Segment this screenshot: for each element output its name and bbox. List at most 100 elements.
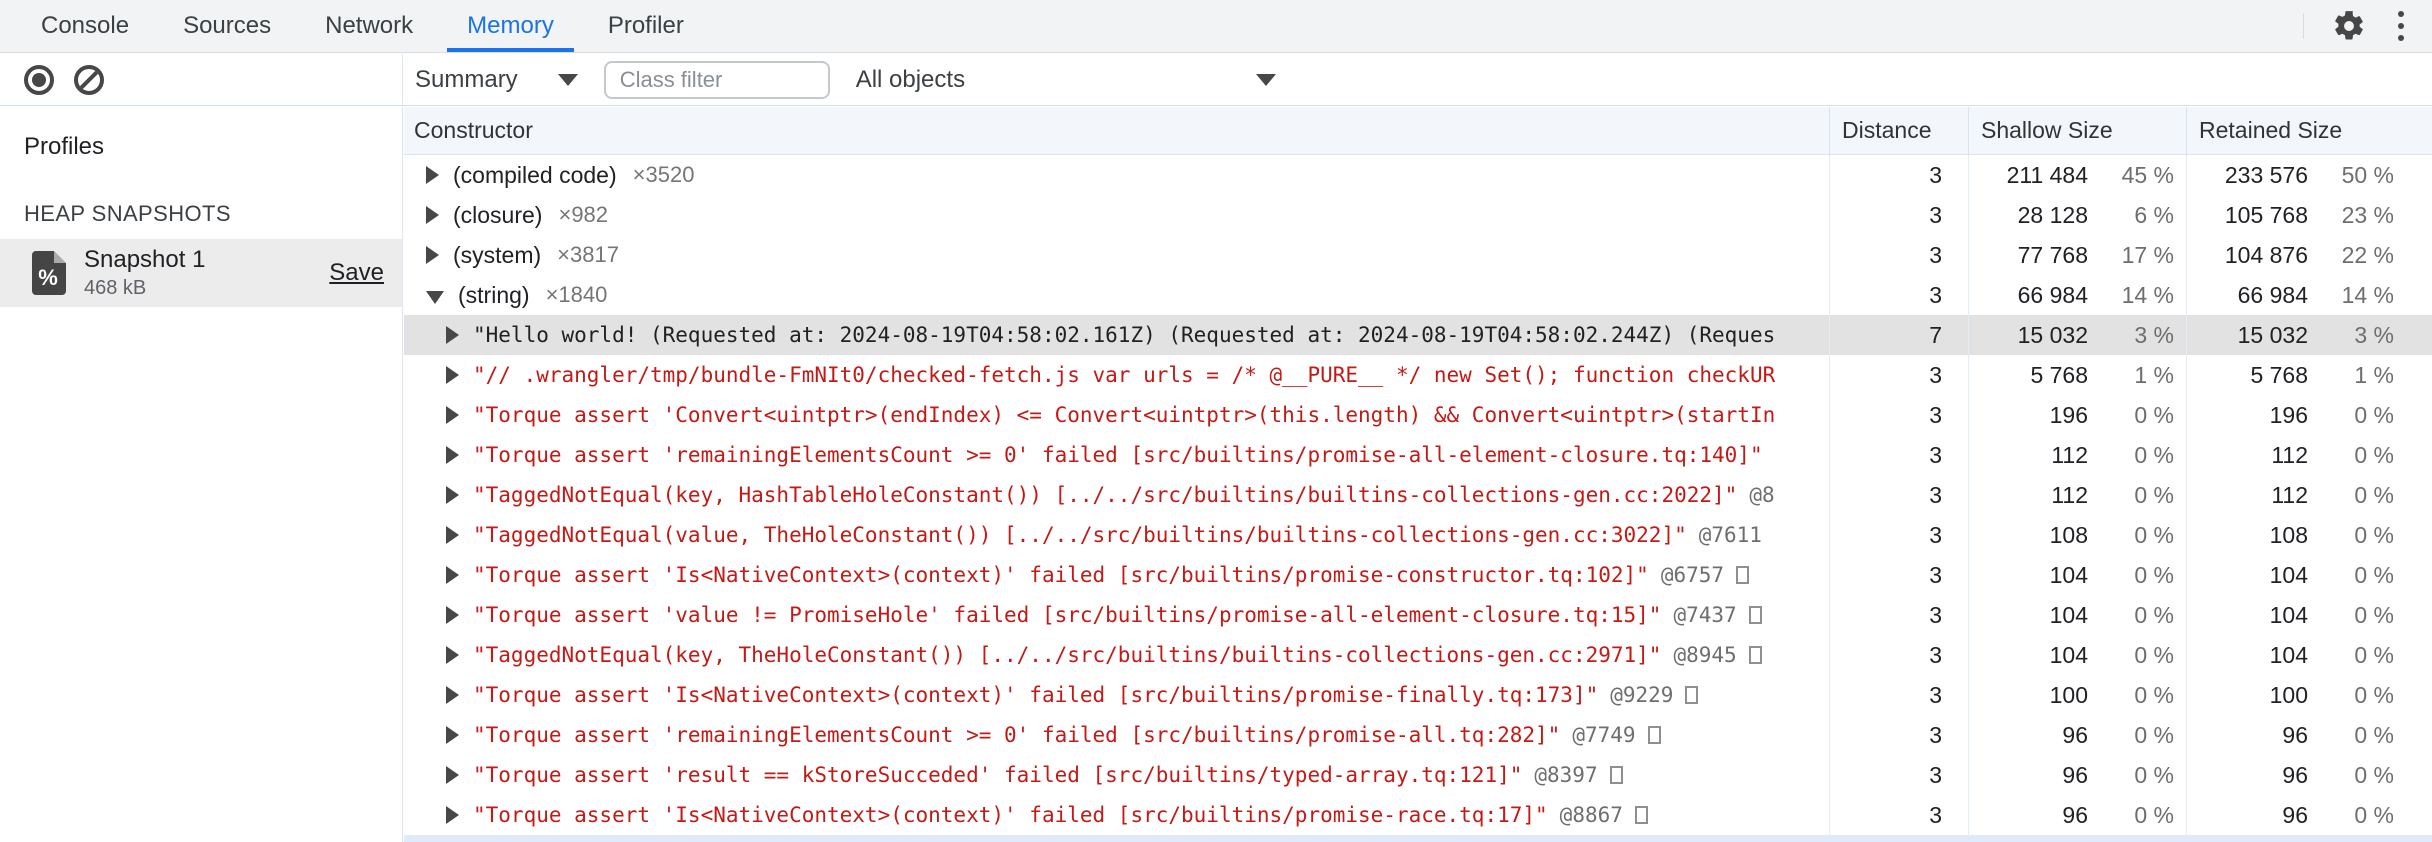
expand-icon[interactable]: [446, 606, 459, 624]
object-link-icon[interactable]: [1748, 646, 1762, 664]
column-header-retained-size[interactable]: Retained Size: [2186, 107, 2432, 154]
constructor-name: "Hello world! (Requested at: 2024-08-19T…: [473, 323, 1776, 347]
retained-size-cell: 5 768 1 %: [2186, 355, 2432, 395]
retained-size-percent: 22 %: [2341, 241, 2394, 268]
table-row[interactable]: (system) ×3817 3 77 768 17 % 104 876 22 …: [404, 235, 2432, 275]
shallow-size-cell: 28 128 6 %: [1968, 195, 2186, 235]
perspective-select[interactable]: Summary: [415, 66, 578, 94]
table-row[interactable]: "TaggedNotEqual(key, HashTableHoleConsta…: [404, 475, 2432, 515]
constructor-name: "TaggedNotEqual(key, TheHoleConstant()) …: [473, 643, 1662, 667]
shallow-size-value: 96: [2062, 801, 2088, 828]
sidebar-item-snapshot-1[interactable]: % Snapshot 1 468 kB Save: [0, 239, 402, 307]
expand-icon[interactable]: [426, 246, 439, 264]
table-row[interactable]: (string) ×1840 3 66 984 14 % 66 984 14 %: [404, 275, 2432, 315]
class-filter-input[interactable]: [603, 60, 830, 99]
save-link[interactable]: Save: [329, 259, 384, 287]
retained-size-cell: 66 984 14 %: [2186, 275, 2432, 315]
constructor-cell: "Torque assert 'Is<NativeContext>(contex…: [404, 675, 1829, 715]
constructor-cell: "Torque assert 'Convert<uintptr>(endInde…: [404, 395, 1829, 435]
tab-console[interactable]: Console: [14, 0, 156, 52]
expand-icon[interactable]: [446, 486, 459, 504]
shallow-size-percent: 6 %: [2134, 201, 2174, 228]
object-link-icon[interactable]: [1609, 766, 1623, 784]
retained-size-cell: 196 0 %: [2186, 395, 2432, 435]
expand-icon[interactable]: [446, 566, 459, 584]
more-options-icon[interactable]: [2394, 7, 2408, 45]
expand-icon[interactable]: [446, 766, 459, 784]
table-row[interactable]: "Torque assert 'Is<NativeContext>(contex…: [404, 555, 2432, 595]
object-id: @8867: [1559, 803, 1623, 827]
objects-select[interactable]: All objects: [856, 66, 1276, 94]
distance-value: 3: [1929, 161, 1942, 188]
expand-icon[interactable]: [446, 366, 459, 384]
shallow-size-cell: 211 484 45 %: [1968, 155, 2186, 195]
snapshot-size: 468 kB: [84, 277, 147, 299]
column-header-shallow-size[interactable]: Shallow Size: [1968, 107, 2186, 154]
column-header-distance[interactable]: Distance: [1829, 107, 1968, 154]
expand-icon[interactable]: [426, 166, 439, 184]
table-row[interactable]: "Torque assert 'remainingElementsCount >…: [404, 715, 2432, 755]
object-link-icon[interactable]: [1685, 686, 1699, 704]
retained-size-value: 104: [2269, 641, 2308, 668]
constructor-name: "// .wrangler/tmp/bundle-FmNIt0/checked-…: [473, 363, 1776, 387]
clear-profiles-icon[interactable]: [74, 64, 104, 95]
shallow-size-cell: 96 0 %: [1968, 715, 2186, 755]
object-link-icon[interactable]: [1647, 726, 1661, 744]
table-row[interactable]: "TaggedNotEqual(value, TheHoleConstant()…: [404, 515, 2432, 555]
object-link-icon[interactable]: [1634, 806, 1648, 824]
table-row[interactable]: "Torque assert 'Is<NativeContext>(contex…: [404, 675, 2432, 715]
tab-memory[interactable]: Memory: [440, 0, 581, 52]
retained-size-value: 112: [2271, 441, 2308, 468]
shallow-size-cell: 96 0 %: [1968, 795, 2186, 835]
shallow-size-cell: 112 0 %: [1968, 435, 2186, 475]
constructor-name: "TaggedNotEqual(key, HashTableHoleConsta…: [473, 483, 1738, 507]
table-row[interactable]: "Torque assert 'result == kStoreSucceded…: [404, 755, 2432, 795]
object-link-icon[interactable]: [1736, 566, 1750, 584]
table-row[interactable]: "TaggedNotEqual(key, TheHoleConstant()) …: [404, 635, 2432, 675]
shallow-size-percent: 0 %: [2134, 521, 2174, 548]
tab-network[interactable]: Network: [298, 0, 440, 52]
grid-header: Constructor Distance Shallow Size Retain…: [404, 107, 2432, 155]
table-row[interactable]: "// .wrangler/tmp/bundle-FmNIt0/checked-…: [404, 355, 2432, 395]
table-row[interactable]: "Hello world! (Requested at: 2024-08-19T…: [404, 315, 2432, 355]
retained-size-percent: 0 %: [2354, 761, 2394, 788]
column-header-constructor[interactable]: Constructor: [404, 107, 1829, 154]
constructor-name: "Torque assert 'Convert<uintptr>(endInde…: [473, 403, 1776, 427]
object-link-icon[interactable]: [1748, 606, 1762, 624]
table-row[interactable]: "Torque assert 'Convert<uintptr>(endInde…: [404, 395, 2432, 435]
expand-icon[interactable]: [446, 646, 459, 664]
expand-icon[interactable]: [426, 206, 439, 224]
shallow-size-percent: 0 %: [2134, 561, 2174, 588]
constructor-cell: "// .wrangler/tmp/bundle-FmNIt0/checked-…: [404, 355, 1829, 395]
retained-size-cell: 104 0 %: [2186, 555, 2432, 595]
expand-icon[interactable]: [446, 326, 459, 344]
retained-size-percent: 50 %: [2341, 161, 2394, 188]
table-row[interactable]: (compiled code) ×3520 3 211 484 45 % 233…: [404, 155, 2432, 195]
expand-icon[interactable]: [446, 526, 459, 544]
constructor-name: "Torque assert 'Is<NativeContext>(contex…: [473, 563, 1649, 587]
expand-icon[interactable]: [426, 290, 444, 304]
distance-value: 3: [1929, 201, 1942, 228]
table-row[interactable]: "Torque assert 'remainingElementsCount >…: [404, 435, 2432, 475]
expand-icon[interactable]: [446, 446, 459, 464]
expand-icon[interactable]: [446, 406, 459, 424]
retained-size-percent: 0 %: [2354, 441, 2394, 468]
tab-sources[interactable]: Sources: [156, 0, 298, 52]
constructor-cell: "TaggedNotEqual(key, HashTableHoleConsta…: [404, 475, 1829, 515]
distance-cell: 3: [1829, 475, 1968, 515]
expand-icon[interactable]: [446, 726, 459, 744]
expand-icon[interactable]: [446, 806, 459, 824]
tab-profiler[interactable]: Profiler: [581, 0, 711, 52]
distance-value: 3: [1929, 401, 1942, 428]
table-row[interactable]: "Torque assert 'Is<NativeContext>(contex…: [404, 795, 2432, 835]
table-row[interactable]: "Torque assert 'value != PromiseHole' fa…: [404, 595, 2432, 635]
record-heap-snapshot-icon[interactable]: [24, 64, 54, 95]
constructor-name: "Torque assert 'remainingElementsCount >…: [473, 723, 1561, 747]
object-id: @8945: [1673, 643, 1737, 667]
table-row[interactable]: (closure) ×982 3 28 128 6 % 105 768 23 %: [404, 195, 2432, 235]
expand-icon[interactable]: [446, 686, 459, 704]
gear-icon[interactable]: [2332, 9, 2366, 43]
shallow-size-value: 77 768: [2017, 241, 2088, 268]
distance-value: 3: [1929, 761, 1942, 788]
retained-size-value: 108: [2269, 521, 2308, 548]
